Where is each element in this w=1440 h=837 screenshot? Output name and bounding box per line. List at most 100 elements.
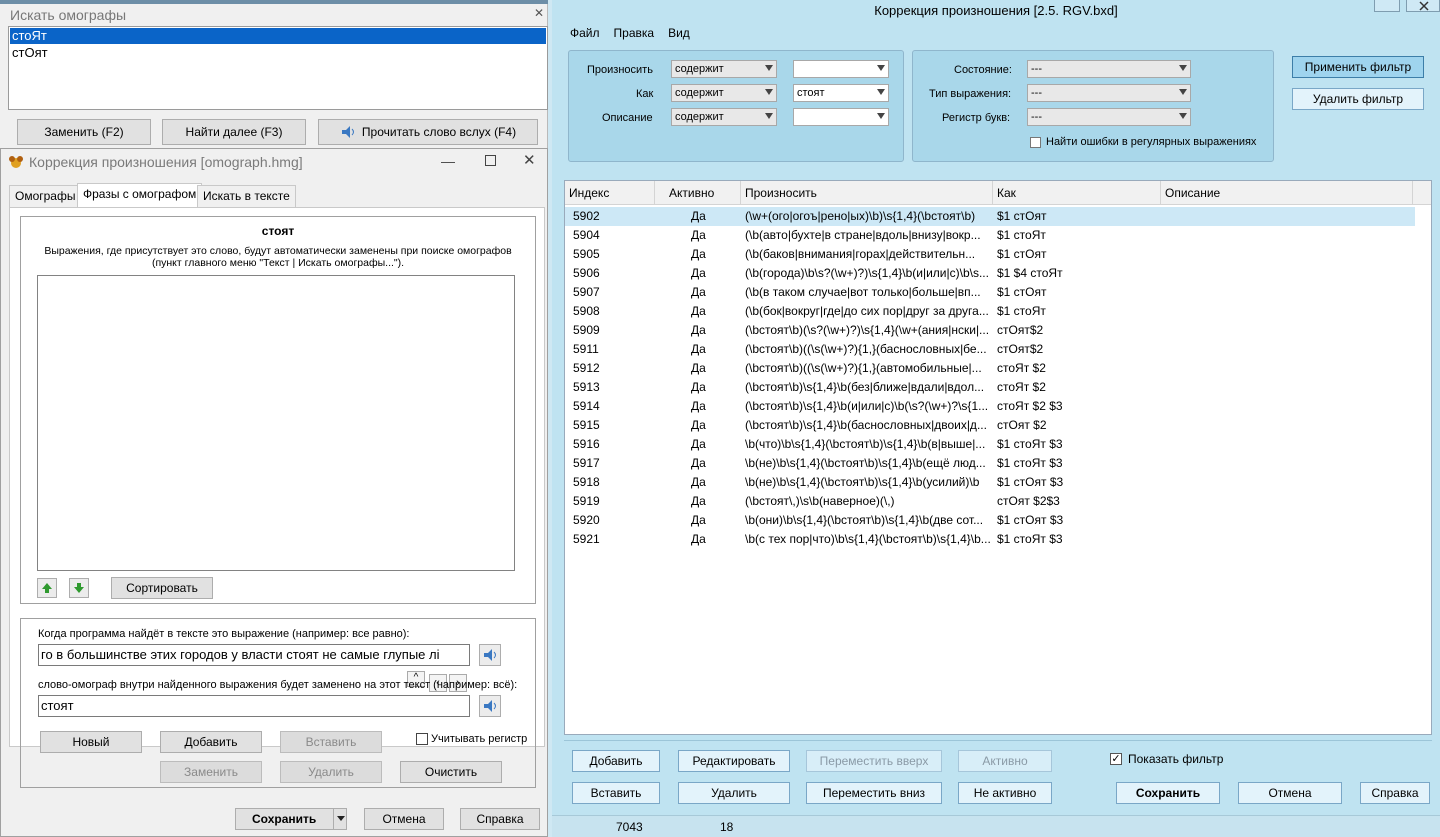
cell-active: Да xyxy=(691,228,706,242)
word-heading: стоят xyxy=(261,224,295,238)
phrase-input[interactable]: го в большинстве этих городов у власти с… xyxy=(38,644,470,666)
restore-button[interactable] xyxy=(1374,0,1400,12)
table-row[interactable]: 5909 Да (\bстоят\b)(\s?(\w+)?)\s{1,4}(\w+(… xyxy=(565,321,1415,340)
replacement-input[interactable]: стоят xyxy=(38,695,470,717)
list-item[interactable]: стоЯт xyxy=(10,28,546,44)
table-row[interactable]: 5912 Да (\bстоят\b)((\s(\w+)?){1,}(автомоб… xyxy=(565,359,1415,378)
menu-view[interactable]: Вид xyxy=(668,26,690,40)
expression-type-select[interactable]: --- xyxy=(1027,84,1191,102)
how-mode-select[interactable]: содержит xyxy=(671,84,777,102)
close-button[interactable] xyxy=(1406,0,1440,12)
pronounce-mode-select[interactable]: содержит xyxy=(671,60,777,78)
window-edge xyxy=(0,0,548,4)
table-row[interactable]: 5914 Да (\bстоят\b)\s{1,4}\b(и|или|с)\b(\s… xyxy=(565,397,1415,416)
new-button[interactable]: Новый xyxy=(40,731,142,753)
move-down-button[interactable]: Переместить вниз xyxy=(806,782,942,804)
table-row[interactable]: 5916 Да \b(что)\b\s{1,4}(\bстоят\b)\s{1,4}… xyxy=(565,435,1415,454)
cell-index: 5906 xyxy=(573,266,600,280)
case-select[interactable]: --- xyxy=(1027,108,1191,126)
status-bar: 7043 18 xyxy=(552,815,1440,837)
show-filter-checkbox[interactable]: ✓ xyxy=(1110,753,1122,765)
find-next-button[interactable]: Найти далее (F3) xyxy=(162,119,306,145)
tab-phrases[interactable]: Фразы с омографом xyxy=(77,183,203,208)
menu-edit[interactable]: Правка xyxy=(614,26,655,40)
expression-type-label: Тип выражения: xyxy=(929,88,1012,100)
close-icon[interactable]: ✕ xyxy=(523,151,536,169)
cell-pronounce: (\w+(ого|огоъ|рено|ых)\b)\s{1,4}(\bстоят… xyxy=(745,209,976,223)
table-row[interactable]: 5907 Да (\b(в таком случае|вот только|боль… xyxy=(565,283,1415,302)
cancel-button[interactable]: Отмена xyxy=(1238,782,1342,804)
case-sensitive-checkbox[interactable] xyxy=(416,733,428,745)
add-button[interactable]: Добавить xyxy=(572,750,660,772)
list-item[interactable]: стОят xyxy=(10,45,546,61)
table-row[interactable]: 5921 Да \b(с тех пор|что)\b\s{1,4}(\bстоят… xyxy=(565,530,1415,549)
maximize-icon[interactable] xyxy=(485,155,496,166)
table-row[interactable]: 5917 Да \b(не)\b\s{1,4}(\bстоят\b)\s{1,4}\… xyxy=(565,454,1415,473)
add-phrase-button[interactable]: Добавить xyxy=(160,731,262,753)
dialog-save-button[interactable]: Сохранить xyxy=(235,808,347,830)
sort-button[interactable]: Сортировать xyxy=(111,577,213,599)
cell-active: Да xyxy=(691,513,706,527)
minimize-icon[interactable]: — xyxy=(441,153,455,169)
save-button[interactable]: Сохранить xyxy=(1116,782,1220,804)
regex-errors-checkbox[interactable] xyxy=(1030,137,1041,148)
state-select[interactable]: --- xyxy=(1027,60,1191,78)
delete-phrase-button[interactable]: Удалить xyxy=(280,761,382,783)
column-description[interactable]: Описание xyxy=(1161,181,1413,205)
table-row[interactable]: 5902 Да (\w+(ого|огоъ|рено|ых)\b)\s{1,4}(\… xyxy=(565,207,1415,226)
move-up-arrow-button[interactable] xyxy=(37,578,57,598)
move-up-button[interactable]: Переместить вверх xyxy=(806,750,942,772)
edit-button[interactable]: Редактировать xyxy=(678,750,790,772)
cell-how: $1 стОят xyxy=(997,285,1047,299)
table-row[interactable]: 5919 Да (\bстоят\,)\s\b(наверное)(\,) стОят… xyxy=(565,492,1415,511)
paste-phrase-button[interactable]: Вставить xyxy=(280,731,382,753)
column-index[interactable]: Индекс xyxy=(565,181,655,205)
table-row[interactable]: 5913 Да (\bстоят\b)\s{1,4}\b(без|ближе|вда… xyxy=(565,378,1415,397)
how-value-input[interactable]: стоят xyxy=(793,84,889,102)
read-aloud-button[interactable]: Прочитать слово вслух (F4) xyxy=(318,119,538,145)
move-down-arrow-button[interactable] xyxy=(69,578,89,598)
phrases-list[interactable] xyxy=(37,275,515,571)
table-row[interactable]: 5918 Да \b(не)\b\s{1,4}(\bстоят\b)\s{1,4}\… xyxy=(565,473,1415,492)
chevron-down-icon[interactable] xyxy=(337,816,345,821)
table-row[interactable]: 5904 Да (\b(авто|бухте|в стране|вдоль|вниз… xyxy=(565,226,1415,245)
paste-button[interactable]: Вставить xyxy=(572,782,660,804)
cell-active: Да xyxy=(691,209,706,223)
table-row[interactable]: 5908 Да (\b(бок|вокруг|где|до сих пор|друг… xyxy=(565,302,1415,321)
read-phrase-button[interactable] xyxy=(479,644,501,666)
table-row[interactable]: 5920 Да \b(они)\b\s{1,4}(\bстоят\b)\s{1,4}… xyxy=(565,511,1415,530)
cell-pronounce: (\b(в таком случае|вот только|больше|вп.… xyxy=(745,285,981,299)
table-row[interactable]: 5905 Да (\b(баков|внимания|горах|действите… xyxy=(565,245,1415,264)
cell-pronounce: (\bстоят\b)((\s(\w+)?){1,}(автомобильные… xyxy=(745,361,982,375)
pronounce-value-input[interactable] xyxy=(793,60,889,78)
column-how[interactable]: Как xyxy=(993,181,1161,205)
dialog-cancel-button[interactable]: Отмена xyxy=(364,808,444,830)
replace-f2-button[interactable]: Заменить (F2) xyxy=(17,119,151,145)
tab-omographs[interactable]: Омографы xyxy=(9,185,82,207)
description-line-2: (пункт главного меню "Текст | Искать омо… xyxy=(151,257,405,269)
table-row[interactable]: 5906 Да (\b(города)\b\s?(\w+)?)\s{1,4}\b(и… xyxy=(565,264,1415,283)
remove-filter-button[interactable]: Удалить фильтр xyxy=(1292,88,1424,110)
pronunciation-table: Индекс Активно Произносить Как Описание … xyxy=(564,180,1432,735)
replace-phrase-button[interactable]: Заменить xyxy=(160,761,262,783)
tab-search-text[interactable]: Искать в тексте xyxy=(197,185,296,207)
read-replacement-button[interactable] xyxy=(479,695,501,717)
table-row[interactable]: 5911 Да (\bстоят\b)((\s(\w+)?){1,}(басносл… xyxy=(565,340,1415,359)
description-mode-select[interactable]: содержит xyxy=(671,108,777,126)
description-value-input[interactable] xyxy=(793,108,889,126)
close-icon[interactable]: ✕ xyxy=(530,4,548,22)
delete-button[interactable]: Удалить xyxy=(678,782,790,804)
activate-button[interactable]: Активно xyxy=(958,750,1052,772)
cell-index: 5902 xyxy=(573,209,600,223)
column-pronounce[interactable]: Произносить xyxy=(741,181,993,205)
dialog-help-button[interactable]: Справка xyxy=(460,808,540,830)
omograph-window-title: Искать омографы xyxy=(10,7,127,23)
clear-button[interactable]: Очистить xyxy=(400,761,502,783)
apply-filter-button[interactable]: Применить фильтр xyxy=(1292,56,1424,78)
table-row[interactable]: 5915 Да (\bстоят\b)\s{1,4}\b(баснословных|… xyxy=(565,416,1415,435)
cell-how: стОят $2$3 xyxy=(997,494,1060,508)
column-active[interactable]: Активно xyxy=(655,181,741,205)
deactivate-button[interactable]: Не активно xyxy=(958,782,1052,804)
help-button[interactable]: Справка xyxy=(1360,782,1430,804)
menu-file[interactable]: Файл xyxy=(570,26,600,40)
